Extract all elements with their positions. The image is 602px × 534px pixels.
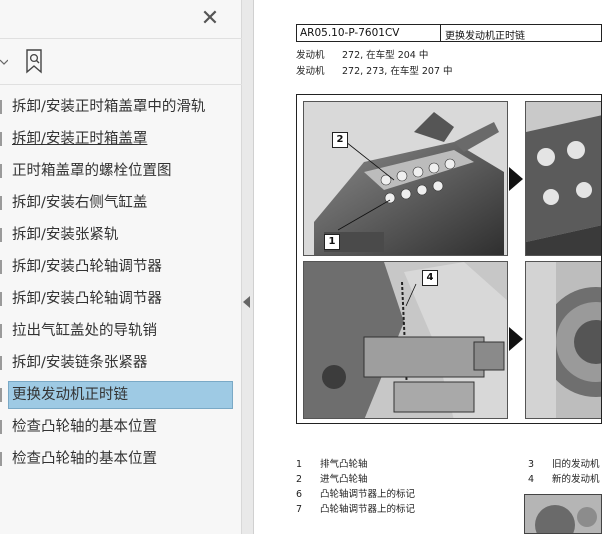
engine-photo: 2 1 — [303, 101, 508, 256]
bookmark-tick — [0, 292, 2, 306]
bookmark-tick — [0, 452, 2, 466]
collapse-panel-arrow-icon[interactable] — [243, 296, 250, 308]
bookmark-item[interactable]: 拆卸/安装右侧气缸盖 — [0, 187, 242, 219]
bookmark-item[interactable]: 更换发动机正时链 — [0, 379, 242, 411]
legend-item: 6 凸轮轴调节器上的标记 — [296, 489, 416, 500]
panel-divider — [0, 38, 242, 39]
bookmark-tick — [0, 164, 2, 178]
document-code: AR05.10-P-7601CV — [300, 27, 400, 39]
callout-label: 2 — [332, 132, 348, 148]
engine-line: 发动机 272, 273, 在车型 207 中 — [296, 66, 453, 77]
bookmark-label: 拆卸/安装右侧气缸盖 — [12, 195, 148, 211]
bookmark-item[interactable]: 拆卸/安装正时箱盖罩中的滑轨 — [0, 91, 242, 123]
bookmark-label: 正时箱盖罩的螺栓位置图 — [12, 163, 172, 179]
bookmark-tick — [0, 388, 2, 402]
chevron-down-icon[interactable] — [0, 52, 9, 72]
bookmark-tick — [0, 132, 2, 146]
bookmark-label: 拆卸/安装链条张紧器 — [12, 355, 148, 371]
bookmark-label: 拆卸/安装凸轮轴调节器 — [12, 291, 162, 307]
arrow-right-icon — [509, 327, 523, 351]
bookmark-label: 拉出气缸盖处的导轨销 — [12, 323, 157, 339]
bookmark-tick — [0, 100, 2, 114]
gear-photo — [525, 261, 601, 419]
legend-item: 7 凸轮轴调节器上的标记 — [296, 504, 416, 515]
legend-item: 4 新的发动机 — [528, 474, 600, 485]
arrow-right-icon — [509, 167, 523, 191]
bookmark-tick — [0, 196, 2, 210]
bookmark-label: 检查凸轮轴的基本位置 — [12, 451, 157, 467]
bookmark-label: 更换发动机正时链 — [12, 387, 128, 403]
engine-line: 发动机 272, 在车型 204 中 — [296, 50, 429, 61]
bookmark-label: 拆卸/安装正时箱盖罩中的滑轨 — [12, 99, 206, 115]
header-divider — [440, 25, 441, 41]
bookmark-list: 拆卸/安装正时箱盖罩中的滑轨 拆卸/安装正时箱盖罩正时箱盖罩的螺栓位置图 拆卸/安装… — [0, 91, 242, 475]
small-photo — [524, 494, 602, 534]
bookmark-label: 检查凸轮轴的基本位置 — [12, 419, 157, 435]
legend-item: 3 旧的发动机 — [528, 459, 600, 470]
callout-label: 4 — [422, 270, 438, 286]
legend-item: 2 进气凸轮轴 — [296, 474, 368, 485]
bookmark-item[interactable]: 拉出气缸盖处的导轨销 — [0, 315, 242, 347]
bookmark-label: 拆卸/安装凸轮轴调节器 — [12, 259, 162, 275]
bookmark-item[interactable]: 拆卸/安装凸轮轴调节器 — [0, 251, 242, 283]
bookmark-item[interactable]: 拆卸/安装凸轮轴调节器 — [0, 283, 242, 315]
bookmark-tick — [0, 324, 2, 338]
bookmark-item[interactable]: 拆卸/安装张紧轨 — [0, 219, 242, 251]
bookmark-label: 拆卸/安装正时箱盖罩 — [12, 131, 148, 147]
bookmark-item[interactable]: 检查凸轮轴的基本位置 — [0, 411, 242, 443]
bookmark-tick — [0, 260, 2, 274]
bookmark-search-icon[interactable] — [22, 48, 48, 74]
bookmark-item[interactable]: 正时箱盖罩的螺栓位置图 — [0, 155, 242, 187]
bookmarks-panel: ✕ 拆卸/安装正时箱盖罩中的滑轨 拆卸/安装正时箱盖罩正时箱盖罩的螺栓位置图 拆卸/… — [0, 0, 242, 534]
bookmark-tick — [0, 356, 2, 370]
document-page: AR05.10-P-7601CV 更换发动机正时链 发动机 272, 在车型 20… — [262, 0, 602, 534]
document-title: 更换发动机正时链 — [445, 31, 525, 42]
pdf-viewer: ✕ 拆卸/安装正时箱盖罩中的滑轨 拆卸/安装正时箱盖罩正时箱盖罩的螺栓位置图 拆卸/… — [0, 0, 602, 534]
bookmark-tick — [0, 420, 2, 434]
engine-detail-photo — [525, 101, 601, 256]
panel-splitter[interactable] — [242, 0, 254, 534]
tool-photo: 4 — [303, 261, 508, 419]
legend-item: 1 排气凸轮轴 — [296, 459, 368, 470]
procedure-figure: 2 1 4 — [296, 94, 602, 424]
panel-divider — [0, 84, 242, 85]
document-header: AR05.10-P-7601CV 更换发动机正时链 — [296, 24, 602, 42]
bookmark-item[interactable]: 拆卸/安装正时箱盖罩 — [0, 123, 242, 155]
bookmark-tick — [0, 228, 2, 242]
bookmark-item[interactable]: 拆卸/安装链条张紧器 — [0, 347, 242, 379]
callout-label: 1 — [324, 234, 340, 250]
bookmark-item[interactable]: 检查凸轮轴的基本位置 — [0, 443, 242, 475]
close-icon[interactable]: ✕ — [196, 6, 224, 32]
bookmark-label: 拆卸/安装张紧轨 — [12, 227, 119, 243]
